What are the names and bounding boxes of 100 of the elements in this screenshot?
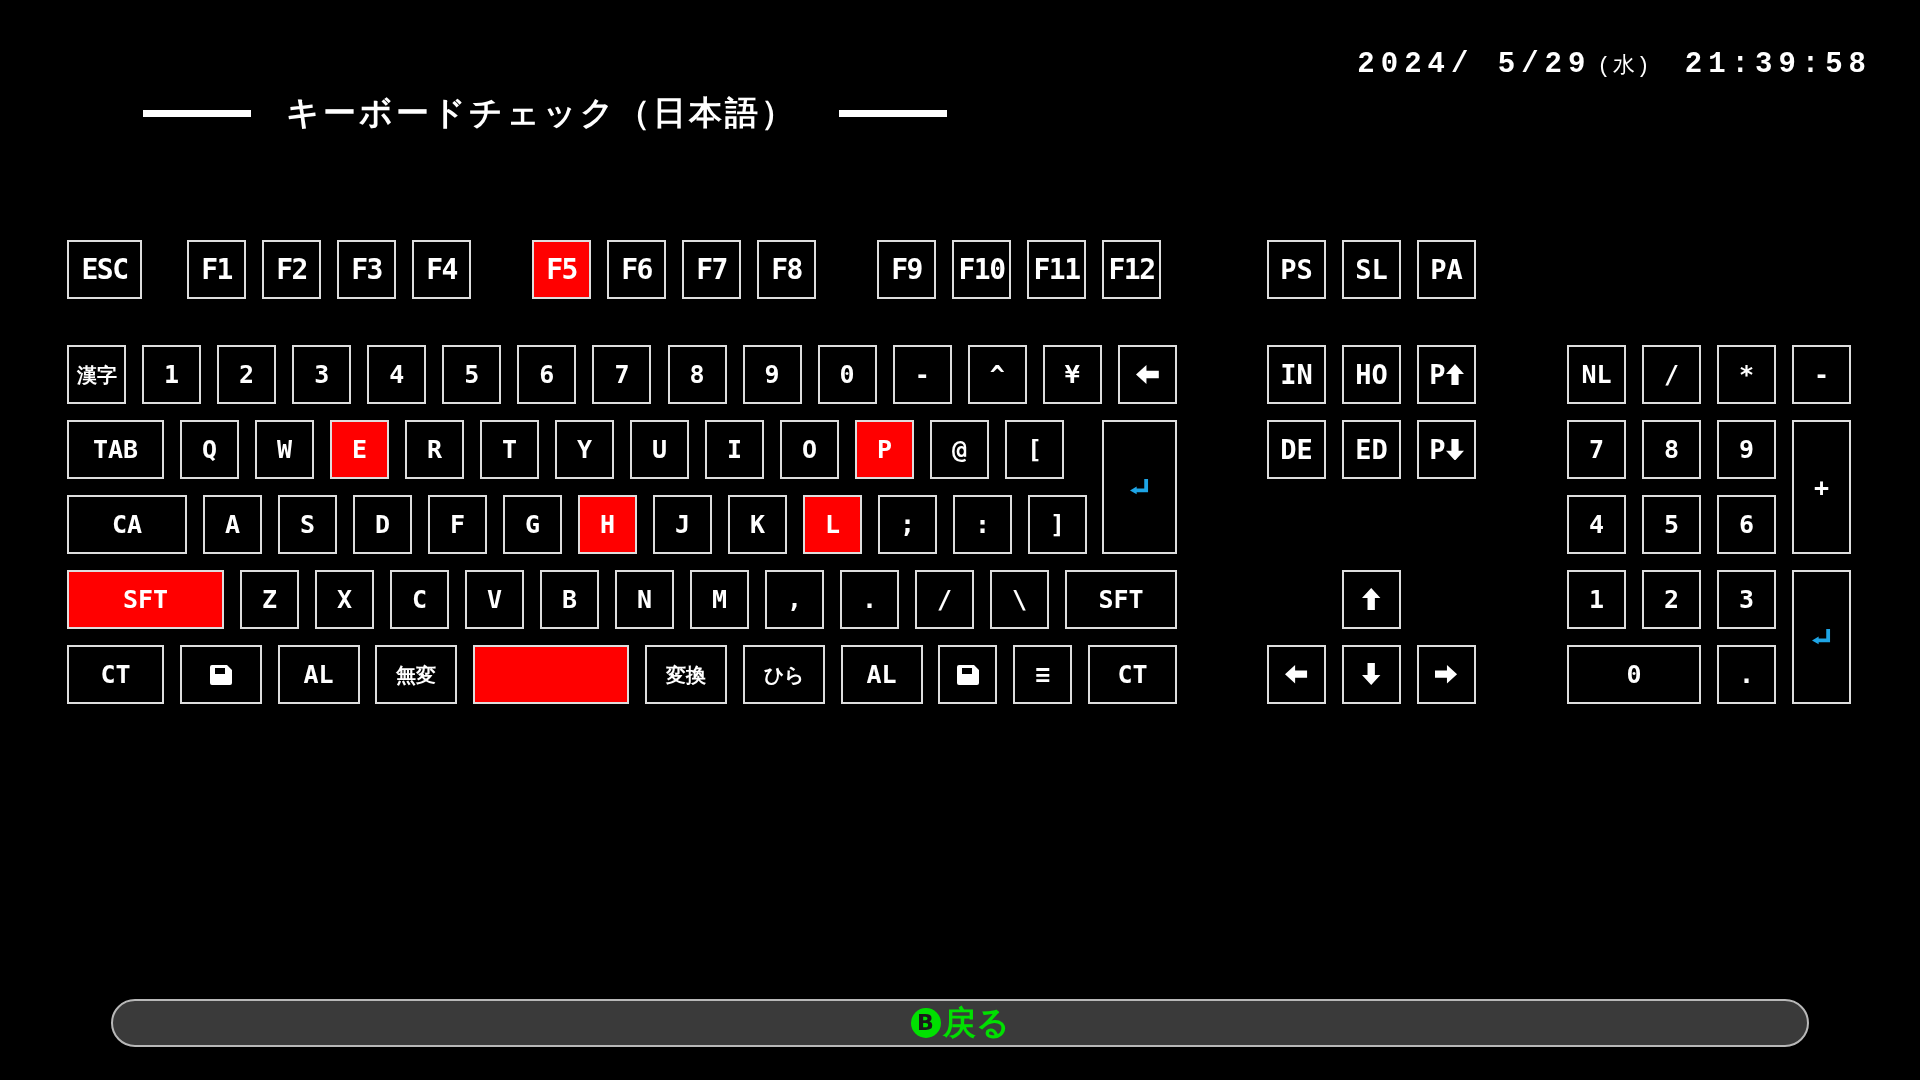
- keyboard-key: F11: [1027, 240, 1086, 299]
- keyboard-key: 7: [592, 345, 652, 404]
- keyboard-key: P: [855, 420, 914, 479]
- keyboard-key: IN: [1267, 345, 1326, 404]
- keyboard-key: ≡: [1013, 645, 1073, 704]
- keyboard-key: H: [578, 495, 637, 554]
- keyboard-key: 2: [1642, 570, 1701, 629]
- keyboard-key: \: [990, 570, 1049, 629]
- keyboard-key: S: [278, 495, 337, 554]
- keyboard-key: 3: [292, 345, 352, 404]
- keyboard-key: +: [1792, 420, 1851, 554]
- keyboard-key: Z: [240, 570, 299, 629]
- keyboard-key: N: [615, 570, 674, 629]
- keyboard-key: 1: [142, 345, 202, 404]
- key-label: P: [1429, 361, 1446, 388]
- up-arrow-icon: [1445, 363, 1464, 386]
- keyboard-key: W: [255, 420, 314, 479]
- keyboard-key: ESC: [67, 240, 142, 299]
- keyboard-key: B: [540, 570, 599, 629]
- keyboard-key: 8: [1642, 420, 1701, 479]
- keyboard-key: SL: [1342, 240, 1401, 299]
- keyboard-key: F10: [952, 240, 1011, 299]
- keyboard-key: A: [203, 495, 262, 554]
- keyboard-key: 3: [1717, 570, 1776, 629]
- down-arrow-icon: [1362, 663, 1381, 686]
- keyboard-key: T: [480, 420, 539, 479]
- keyboard-key: F6: [607, 240, 666, 299]
- keyboard-key: F12: [1102, 240, 1161, 299]
- keyboard-key: CT: [1087, 645, 1177, 704]
- keyboard-key: SFT: [1065, 570, 1177, 629]
- keyboard-key: F3: [337, 240, 396, 299]
- keyboard-key: [: [1005, 420, 1064, 479]
- keyboard-key: F1: [187, 240, 246, 299]
- keyboard-key: AL: [840, 645, 923, 704]
- keyboard-key: /: [1642, 345, 1701, 404]
- b-button-glyph: B: [910, 1008, 941, 1038]
- keyboard-key: :: [953, 495, 1012, 554]
- keyboard-key: V: [465, 570, 524, 629]
- time-text: 21:39:58: [1684, 48, 1872, 82]
- keyboard-key: HO: [1342, 345, 1401, 404]
- down-arrow-icon: [1445, 438, 1464, 461]
- keyboard-key: SFT: [67, 570, 224, 629]
- keyboard-key: G: [503, 495, 562, 554]
- up-arrow-icon: [1362, 588, 1381, 611]
- keyboard-key: .: [840, 570, 899, 629]
- enter-arrow-icon: [1812, 629, 1831, 645]
- keyboard-key: D: [353, 495, 412, 554]
- keyboard-key: 0: [1567, 645, 1701, 704]
- keyboard-key: Q: [180, 420, 239, 479]
- enter-arrow-icon: [1130, 479, 1149, 495]
- keyboard-key: F8: [757, 240, 816, 299]
- keyboard-key: NL: [1567, 345, 1626, 404]
- keyboard-key: 4: [1567, 495, 1626, 554]
- keyboard-key: *: [1717, 345, 1776, 404]
- keyboard-key: ]: [1028, 495, 1087, 554]
- keyboard-key: 0: [817, 345, 877, 404]
- keyboard-key: C: [390, 570, 449, 629]
- keyboard-key: 7: [1567, 420, 1626, 479]
- keyboard-key: F2: [262, 240, 321, 299]
- keyboard-key: 漢字: [67, 345, 126, 404]
- keyboard-key: 2: [217, 345, 277, 404]
- keyboard-key: 6: [1717, 495, 1776, 554]
- keyboard-key: .: [1717, 645, 1776, 704]
- keyboard-key: K: [728, 495, 787, 554]
- keyboard-key: -: [892, 345, 952, 404]
- keyboard-key: ひら: [742, 645, 825, 704]
- keyboard-key: 無変: [375, 645, 458, 704]
- keyboard-key: R: [405, 420, 464, 479]
- keyboard-key: 5: [1642, 495, 1701, 554]
- keyboard-key: /: [915, 570, 974, 629]
- keyboard-key: CT: [67, 645, 164, 704]
- keyboard-key: 6: [517, 345, 577, 404]
- keyboard-key: F7: [682, 240, 741, 299]
- keyboard-key: 9: [1717, 420, 1776, 479]
- left-arrow-icon: [1135, 365, 1159, 384]
- keyboard-key: TAB: [67, 420, 164, 479]
- key-label: P: [1429, 436, 1446, 463]
- keyboard-key: O: [780, 420, 839, 479]
- weekday-text: (水): [1597, 53, 1652, 81]
- keyboard-key: 1: [1567, 570, 1626, 629]
- keyboard-key: 8: [667, 345, 727, 404]
- keyboard-key: ^: [967, 345, 1027, 404]
- keyboard-key: L: [803, 495, 862, 554]
- keyboard-key: ED: [1342, 420, 1401, 479]
- keyboard-key: F: [428, 495, 487, 554]
- keyboard-key: PA: [1417, 240, 1476, 299]
- page-title: キーボードチェック（日本語）: [286, 92, 797, 134]
- keyboard-key: -: [1792, 345, 1851, 404]
- keyboard-key: ;: [878, 495, 937, 554]
- keyboard-key: F9: [877, 240, 936, 299]
- keyboard-key: X: [315, 570, 374, 629]
- keyboard-key: PS: [1267, 240, 1326, 299]
- keyboard-key: I: [705, 420, 764, 479]
- keyboard-key: ¥: [1042, 345, 1102, 404]
- keyboard-key: U: [630, 420, 689, 479]
- keyboard-key: J: [653, 495, 712, 554]
- keyboard-key: CA: [67, 495, 187, 554]
- left-arrow-icon: [1285, 665, 1308, 684]
- keyboard-key: M: [690, 570, 749, 629]
- keyboard-key: AL: [277, 645, 360, 704]
